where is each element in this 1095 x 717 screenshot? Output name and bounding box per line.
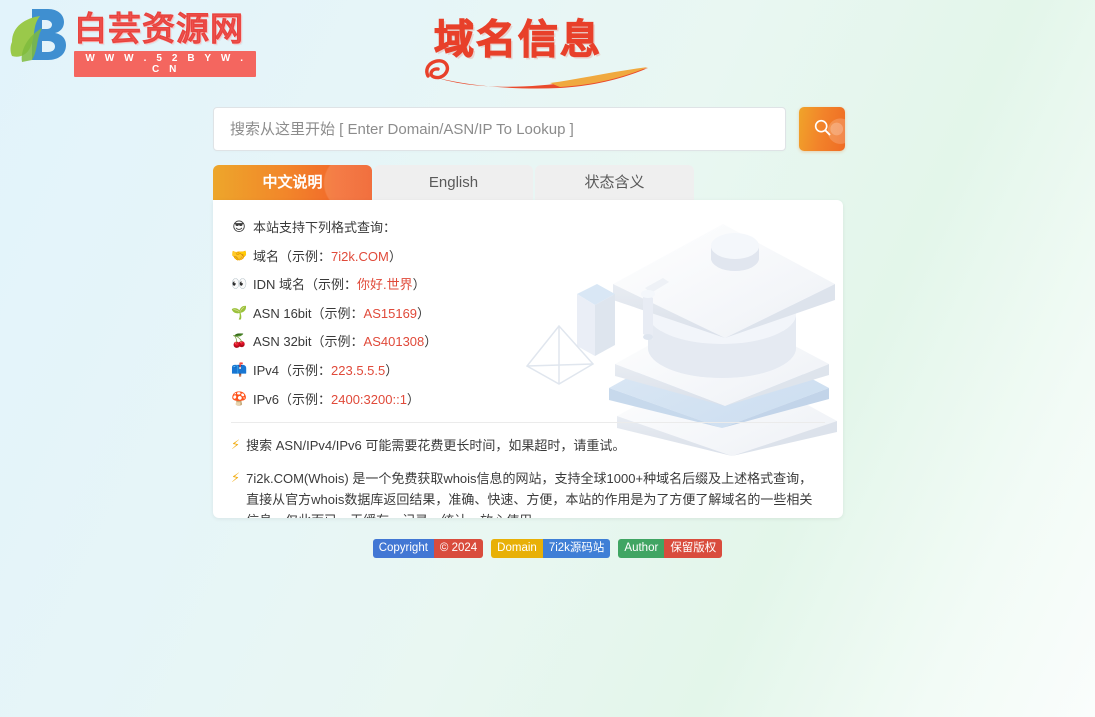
lightning-bolt-icon: ⚡ (231, 471, 241, 487)
list-item-label: 域名（示例： (253, 248, 332, 264)
logo-url-bar: W W W . 5 2 B Y W . C N (74, 51, 256, 77)
eyes-icon: 👀 (231, 277, 248, 293)
list-item: 🍒 ASN 32bit（示例： AS401308 ） (231, 328, 825, 357)
list-item: 😎 本站支持下列格式查询： (231, 214, 825, 243)
list-item-label: IDN 域名（示例： (253, 277, 358, 293)
list-item-example: 7i2k.COM (331, 248, 389, 264)
list-item-label: IPv6（示例： (253, 391, 332, 407)
lightning-bolt-icon: ⚡ (231, 438, 241, 454)
page-title-text: 域名信息 (433, 16, 602, 63)
mailbox-icon: 📫 (231, 362, 248, 378)
list-item: 🌱 ASN 16bit（示例： AS15169 ） (231, 300, 825, 329)
list-item: 👀 IDN 域名（示例： 你好.世界 ） (231, 271, 825, 300)
list-item-suffix: ） (388, 248, 402, 264)
list-item: 🤝 域名（示例： 7i2k.COM ） (231, 243, 825, 272)
cherries-icon: 🍒 (231, 334, 248, 350)
mushroom-icon: 🍄 (231, 391, 248, 407)
search-button[interactable] (799, 107, 845, 151)
list-item-label: 本站支持下列格式查询： (253, 220, 397, 235)
note-item: ⚡ 搜索 ASN/IPv4/IPv6 可能需要花费更长时间，如果超时，请重试。 (231, 435, 825, 456)
sunglasses-face-icon: 😎 (232, 220, 246, 235)
copyright-badge-right: © 2024 (433, 539, 484, 558)
search-icon (812, 117, 833, 141)
domain-badge-left: Domain (491, 539, 543, 558)
search-input[interactable] (213, 107, 786, 151)
list-item-example: AS401308 (363, 334, 425, 350)
list-item-label: IPv4（示例： (253, 362, 332, 378)
list-item-label: ASN 32bit（示例： (253, 334, 364, 350)
note-item: ⚡ 7i2k.COM(Whois) 是一个免费获取whois信息的网站，支持全球… (231, 468, 825, 518)
leaf-b-logo-icon (6, 6, 72, 68)
author-badge-left: Author (618, 539, 665, 558)
list-item: 📫 IPv4（示例： 223.5.5.5 ） (231, 357, 825, 386)
tab-status-meaning[interactable]: 状态含义 (535, 165, 694, 201)
author-badge-right: 保留版权 (664, 539, 723, 558)
list-item-label: ASN 16bit（示例： (253, 305, 364, 321)
domain-badge[interactable]: Domain 7i2k源码站 (491, 539, 611, 558)
page-title: 域名信息 (420, 12, 650, 90)
domain-badge-right[interactable]: 7i2k源码站 (542, 539, 611, 558)
content-panel: 😎 本站支持下列格式查询： 🤝 域名（示例： 7i2k.COM ） 👀 IDN … (213, 200, 843, 518)
tab-chinese-guide[interactable]: 中文说明 (213, 165, 372, 201)
author-badge: Author 保留版权 (618, 539, 723, 558)
logo-text: 白芸资源网 (74, 9, 244, 48)
handshake-icon: 🤝 (231, 248, 248, 264)
list-item-example: 你好.世界 (357, 277, 413, 293)
list-item-example: 223.5.5.5 (331, 362, 386, 378)
seedling-icon: 🌱 (231, 305, 248, 321)
list-item: 🍄 IPv6（示例： 2400:3200::1 ） (231, 386, 825, 415)
note-text: 7i2k.COM(Whois) 是一个免费获取whois信息的网站，支持全球10… (246, 471, 813, 518)
search-bar (213, 107, 845, 151)
list-item-example: 2400:3200::1 (331, 391, 407, 407)
tab-bar: 中文说明 English 状态含义 (213, 165, 696, 201)
footer-badges: Copyright © 2024 Domain 7i2k源码站 Author 保… (0, 539, 1095, 558)
copyright-badge: Copyright © 2024 (372, 539, 484, 558)
site-logo[interactable]: 白芸资源网 W W W . 5 2 B Y W . C N (6, 6, 256, 77)
list-item-suffix: ） (424, 334, 438, 350)
panel-divider (231, 422, 825, 424)
list-item-suffix: ） (417, 305, 431, 321)
copyright-badge-left: Copyright (372, 539, 434, 558)
notes-section: ⚡ 搜索 ASN/IPv4/IPv6 可能需要花费更长时间，如果超时，请重试。 … (213, 435, 843, 518)
format-list: 😎 本站支持下列格式查询： 🤝 域名（示例： 7i2k.COM ） 👀 IDN … (213, 200, 843, 414)
list-item-suffix: ） (412, 277, 426, 293)
list-item-example: AS15169 (363, 305, 418, 321)
list-item-suffix: ） (406, 391, 420, 407)
list-item-suffix: ） (385, 362, 399, 378)
note-text: 搜索 ASN/IPv4/IPv6 可能需要花费更长时间，如果超时，请重试。 (246, 438, 626, 454)
tab-english[interactable]: English (374, 165, 533, 201)
